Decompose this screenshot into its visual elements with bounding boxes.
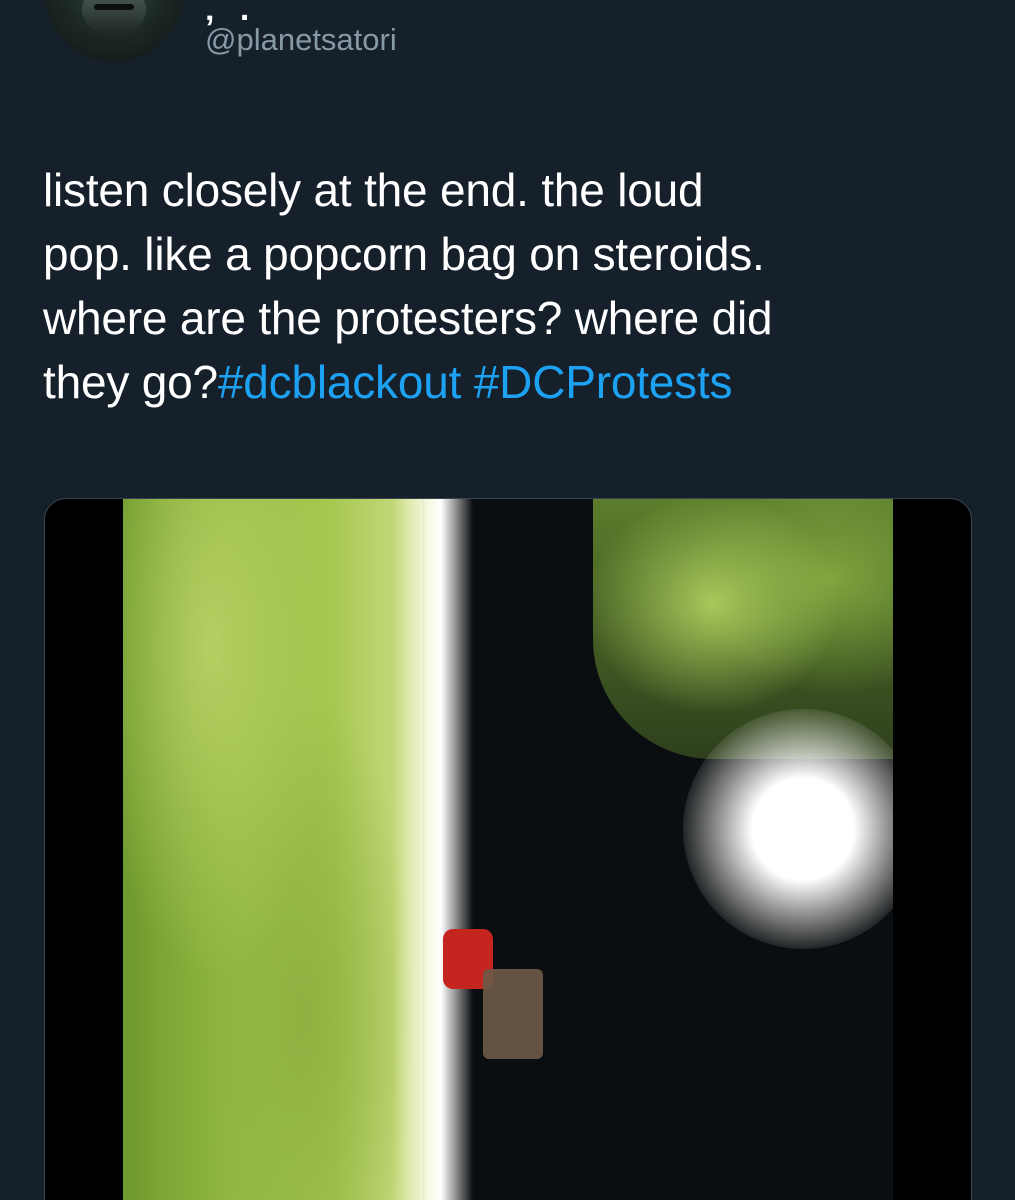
tweet-text: listen closely at the end. the loud pop.… xyxy=(43,158,983,414)
user-handle[interactable]: @planetsatori xyxy=(205,22,397,58)
tweet-line: they go? xyxy=(43,356,218,408)
person-tan xyxy=(483,969,543,1059)
avatar[interactable] xyxy=(44,0,184,62)
hashtag-dcprotests[interactable]: #DCProtests xyxy=(474,356,733,408)
tweet-line: pop. like a popcorn bag on steroids. xyxy=(43,228,765,280)
tweet-line: where are the protesters? where did xyxy=(43,292,773,344)
tweet-header: ‚ . @planetsatori xyxy=(0,0,1015,110)
hashtag-dcblackout[interactable]: #dcblackout xyxy=(218,356,462,408)
media-video[interactable] xyxy=(44,498,972,1200)
tweet-line-last: they go?#dcblackout #DCProtests xyxy=(43,350,983,414)
light-glare xyxy=(393,499,473,1200)
avatar-eyes xyxy=(94,4,134,10)
tweet-line: listen closely at the end. the loud xyxy=(43,164,704,216)
video-thumbnail[interactable] xyxy=(123,499,893,1200)
grass-area xyxy=(123,499,423,1200)
